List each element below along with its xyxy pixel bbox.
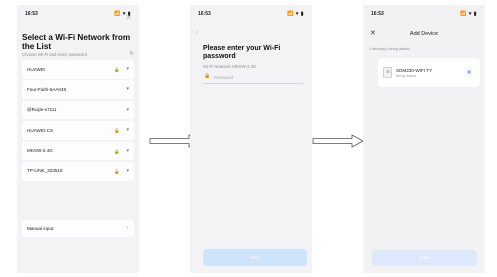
flow-arrow-icon xyxy=(312,134,364,148)
device-thumbnail-icon xyxy=(383,67,392,78)
chevron-right-icon: › xyxy=(126,225,128,231)
wifi-name: HUAWEI-CS xyxy=(27,127,54,133)
password-field[interactable]: 🔒 Password xyxy=(203,71,303,84)
status-time: 16:53 xyxy=(25,11,38,17)
status-icons: 📶 ▾ ▮ xyxy=(287,11,304,17)
wifi-list: HUAWEI 🔒 ▾ Four-Faith-5AA048 ▾ @Ruijie-s… xyxy=(22,60,134,182)
wifi-hint: Choose Wi-Fi and enter password ↻ xyxy=(22,51,134,57)
wifi-item-huawei[interactable]: HUAWEI 🔒 ▾ xyxy=(22,60,134,79)
wifi-name: TP-LINK_323518 xyxy=(27,168,63,174)
lock-icon: 🔒 xyxy=(114,128,120,134)
done-button[interactable]: Done xyxy=(372,250,477,266)
wifi-item-ruijie[interactable]: @Ruijie-s7111 ▾ xyxy=(22,100,134,120)
wifi-item-tp-link[interactable]: TP-LINK_323518 🔒 ▾ xyxy=(22,161,134,181)
wifi-item-huawei-cs[interactable]: HUAWEI-CS 🔒 ▾ xyxy=(22,121,134,140)
wifi-name: MKSW-2.4G xyxy=(27,148,53,154)
lock-icon: 🔒 xyxy=(114,168,120,174)
manual-input-label: Manual input xyxy=(27,226,54,231)
page-title: Add Device xyxy=(409,31,439,37)
device-count-label: 1 device(s) being added xyxy=(369,47,410,51)
password-placeholder: Password xyxy=(214,75,233,80)
wifi-item-mksw[interactable]: MKSW-2.4G 🔒 ▾ xyxy=(22,141,134,161)
status-bar: 16:53 📶 ▾ ▮ xyxy=(363,5,485,21)
device-card[interactable]: SDM230-WIFI TY Being added xyxy=(378,58,480,87)
next-button[interactable]: Next xyxy=(203,249,307,266)
close-icon[interactable]: ✕ xyxy=(125,13,132,22)
status-bar: 16:53 📶 ▾ ▮ xyxy=(190,5,312,21)
wifi-hint-text: Choose Wi-Fi and enter password xyxy=(22,52,87,57)
status-time: 16:53 xyxy=(371,11,384,17)
back-icon[interactable]: ‹ xyxy=(196,29,198,36)
device-name: SDM230-WIFI TY xyxy=(396,68,433,73)
wifi-name: Four-Faith-5AA048 xyxy=(27,86,67,92)
add-device-screen: 16:53 📶 ▾ ▮ ✕ Add Device 1 device(s) bei… xyxy=(363,5,485,273)
wifi-name: @Ruijie-s7111 xyxy=(27,107,57,113)
status-time: 16:53 xyxy=(198,11,211,17)
lock-icon: 🔒 xyxy=(114,67,120,72)
wifi-signal-icon: ▾ xyxy=(126,127,129,134)
wifi-signal-icon: ▾ xyxy=(126,66,129,72)
wifi-password-screen: 16:53 📶 ▾ ▮ ‹ Please enter your Wi-Fi pa… xyxy=(190,5,312,273)
wifi-signal-icon: ▾ xyxy=(126,106,129,113)
page-title: Select a Wi-Fi Network from the List xyxy=(22,33,131,51)
lock-icon: 🔒 xyxy=(114,148,120,154)
manual-input-button[interactable]: Manual input › xyxy=(22,220,134,237)
status-icons: 📶 ▾ ▮ xyxy=(460,11,477,17)
status-bar: 16:53 📶 ▾ ▮ xyxy=(17,5,139,21)
device-status: Being added xyxy=(396,74,417,78)
wifi-item-four-faith[interactable]: Four-Faith-5AA048 ▾ xyxy=(22,80,134,99)
wifi-signal-icon: ▾ xyxy=(126,86,129,93)
wifi-select-screen: 16:53 📶 ▾ ▮ ✕ Select a Wi-Fi Network fro… xyxy=(17,5,139,273)
wifi-name: HUAWEI xyxy=(27,66,46,72)
lock-icon: 🔒 xyxy=(204,73,211,79)
refresh-icon[interactable]: ↻ xyxy=(129,51,134,57)
wifi-signal-icon: ▾ xyxy=(126,167,129,174)
progress-dot-icon xyxy=(466,69,472,75)
wifi-signal-icon: ▾ xyxy=(126,147,129,154)
page-title: Please enter your Wi-Fi password xyxy=(203,45,281,60)
network-label: Wi-Fi Network: MKSW-2.4G xyxy=(203,64,257,69)
